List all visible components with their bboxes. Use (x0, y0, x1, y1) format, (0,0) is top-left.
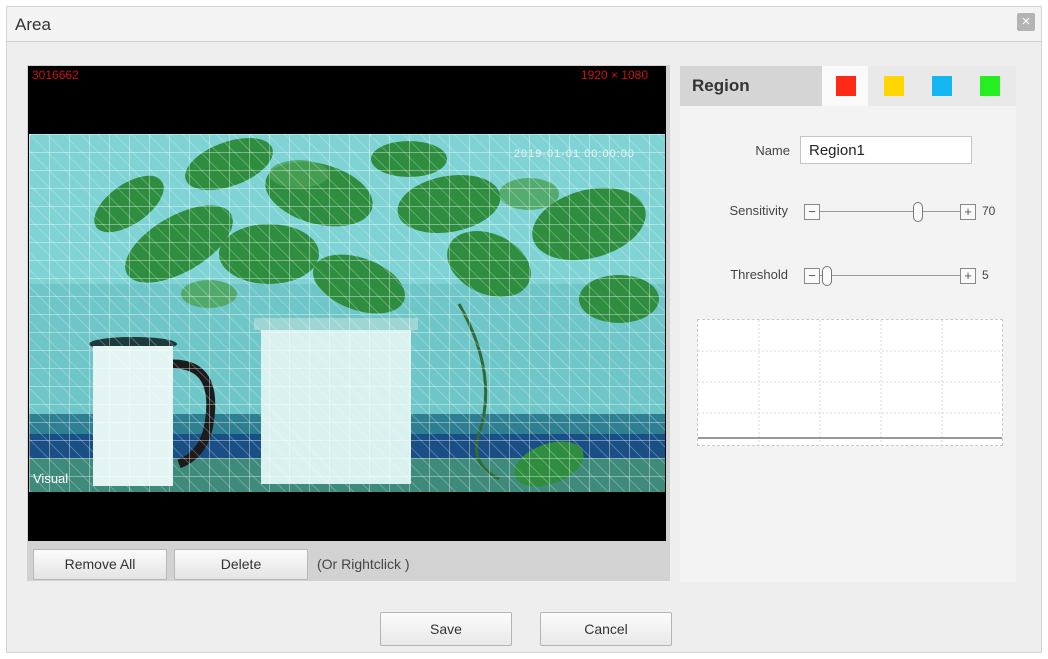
threshold-track[interactable] (820, 275, 960, 276)
sensitivity-slider: − + 70 (804, 202, 1004, 222)
sensitivity-value: 70 (982, 204, 996, 218)
name-label: Name (755, 143, 790, 158)
sensitivity-minus-icon[interactable]: − (804, 204, 820, 220)
sensitivity-plus-icon[interactable]: + (960, 204, 976, 220)
yellow-swatch-icon (884, 76, 904, 96)
region-tab-green[interactable] (966, 66, 1012, 106)
video-overlay-right: 1920 × 1080 (580, 68, 648, 82)
video-overlay-left: 3016662 (32, 68, 79, 82)
threshold-plus-icon[interactable]: + (960, 268, 976, 284)
blue-swatch-icon (932, 76, 952, 96)
threshold-label: Threshold (730, 267, 788, 282)
save-button[interactable]: Save (380, 612, 512, 646)
red-swatch-icon (836, 76, 856, 96)
close-icon[interactable]: × (1017, 13, 1035, 31)
region-color-tabs (822, 66, 1016, 106)
cancel-button[interactable]: Cancel (540, 612, 672, 646)
delete-button[interactable]: Delete (174, 549, 308, 580)
sensitivity-track[interactable] (820, 211, 960, 212)
threshold-minus-icon[interactable]: − (804, 268, 820, 284)
dialog-title: Area (15, 15, 51, 34)
sensitivity-thumb[interactable] (913, 202, 923, 222)
video-channel-label: Visual (33, 471, 69, 486)
dialog-title-bar: Area × (7, 7, 1041, 42)
threshold-slider: − + 5 (804, 266, 1004, 286)
region-header: Region (680, 66, 1016, 106)
motion-graph (697, 319, 1003, 446)
rightclick-hint: (Or Rightclick ) (317, 556, 410, 572)
region-tab-red[interactable] (822, 66, 868, 106)
remove-all-button[interactable]: Remove All (33, 549, 167, 580)
camera-scene[interactable]: 2019-01-01 00:00:00 Visual (29, 134, 665, 492)
motion-graph-grid (698, 320, 1002, 445)
region-title: Region (692, 76, 750, 95)
region-panel: Region Name Sensitivity − + 70 Threshold… (680, 66, 1016, 582)
green-swatch-icon (980, 76, 1000, 96)
video-timestamp: 2019-01-01 00:00:00 (513, 148, 635, 160)
region-name-input[interactable] (800, 136, 972, 164)
video-preview[interactable]: 3016662 1920 × 1080 2019-01-01 00:00:00 … (28, 66, 666, 541)
threshold-value: 5 (982, 268, 989, 282)
region-tab-yellow[interactable] (870, 66, 916, 106)
threshold-thumb[interactable] (822, 266, 832, 286)
scene-image (29, 134, 665, 492)
region-tab-blue[interactable] (918, 66, 964, 106)
sensitivity-label: Sensitivity (729, 203, 788, 218)
video-panel: 3016662 1920 × 1080 2019-01-01 00:00:00 … (27, 65, 670, 581)
